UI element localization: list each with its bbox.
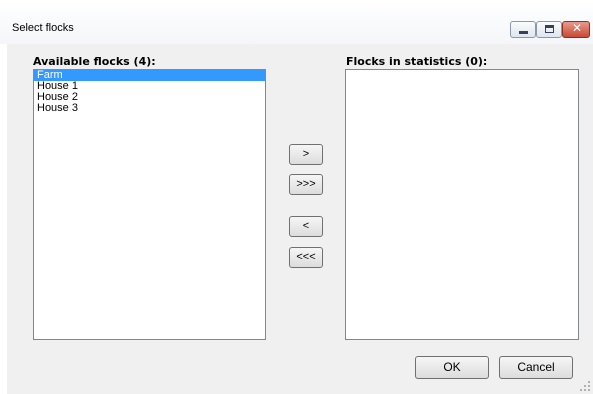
minimize-icon: [519, 31, 528, 34]
flocks-in-statistics-list[interactable]: [345, 69, 579, 340]
flocks-in-statistics-label: Flocks in statistics (0):: [346, 55, 488, 68]
remove-selected-button[interactable]: <: [289, 216, 323, 237]
maximize-button[interactable]: [536, 21, 562, 38]
cancel-button[interactable]: Cancel: [499, 356, 573, 379]
dialog-body: Available flocks (4): Farm House 1 House…: [7, 44, 593, 394]
close-button[interactable]: ✕: [562, 21, 590, 38]
remove-all-button[interactable]: <<<: [289, 247, 323, 268]
available-flocks-list[interactable]: Farm House 1 House 2 House 3: [33, 69, 266, 340]
close-icon: ✕: [571, 21, 583, 35]
add-all-button[interactable]: >>>: [289, 174, 323, 195]
list-item[interactable]: House 3: [34, 103, 265, 114]
add-selected-button[interactable]: >: [289, 144, 323, 165]
maximize-icon: [545, 25, 554, 33]
title-bar[interactable]: Select flocks ✕: [0, 0, 593, 44]
available-flocks-label: Available flocks (4):: [33, 55, 156, 68]
window-title: Select flocks: [12, 22, 74, 34]
minimize-button[interactable]: [510, 21, 536, 38]
select-flocks-dialog: Select flocks ✕ Available flocks (4): Fa…: [0, 0, 593, 394]
ok-button[interactable]: OK: [415, 356, 489, 379]
resize-grip[interactable]: [580, 381, 590, 391]
